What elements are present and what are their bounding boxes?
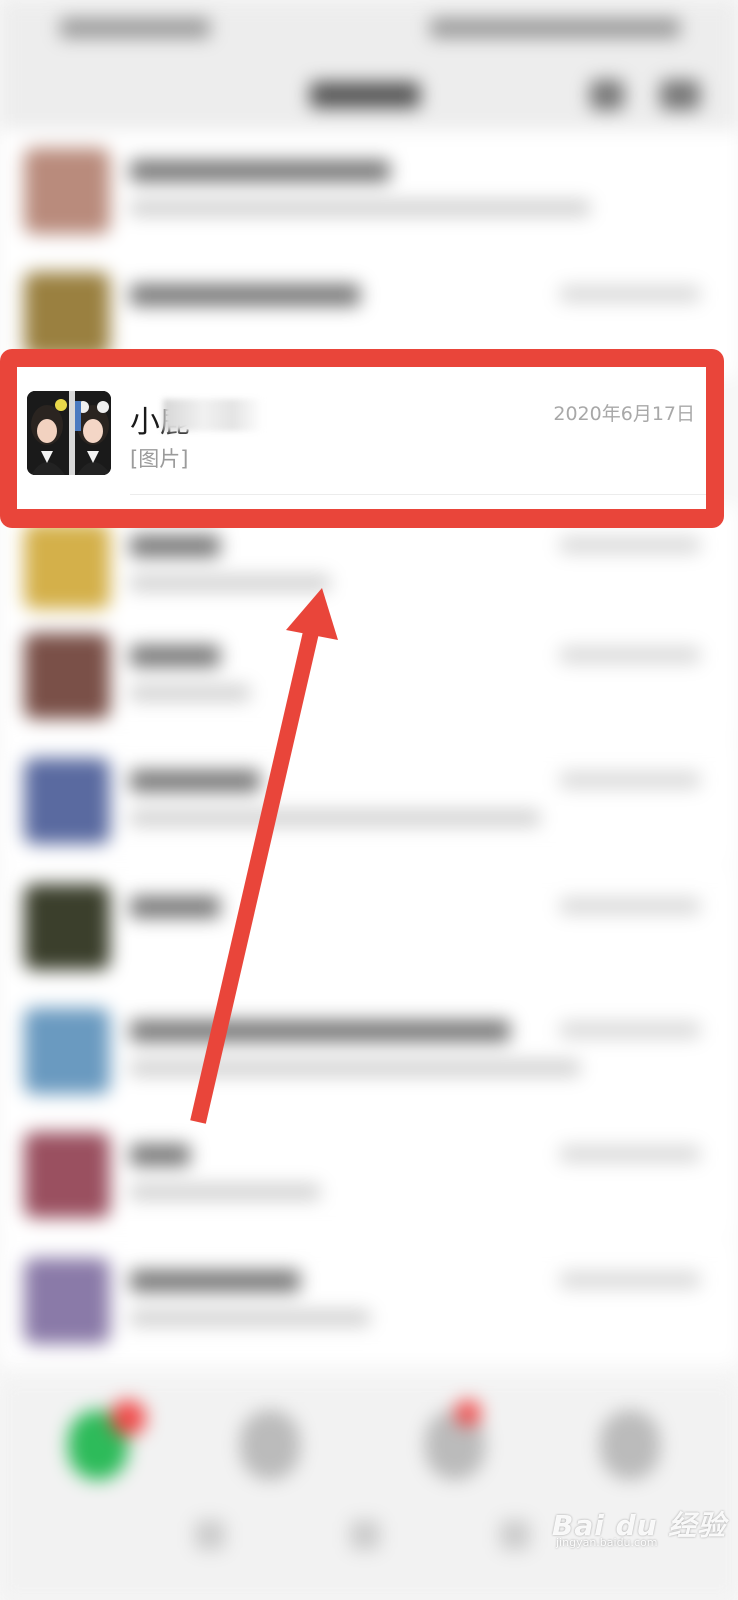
annotation-arrow [190,588,338,1124]
watermark-url: jingyan.baidu.com [556,1536,658,1549]
wechat-chat-list-screen: 小鹿 [图片] 2020年6月17日 Bai du 经验 jingyan.bai… [0,0,738,1600]
baidu-jingyan-watermark: Bai du 经验 jingyan.baidu.com [552,1492,725,1552]
